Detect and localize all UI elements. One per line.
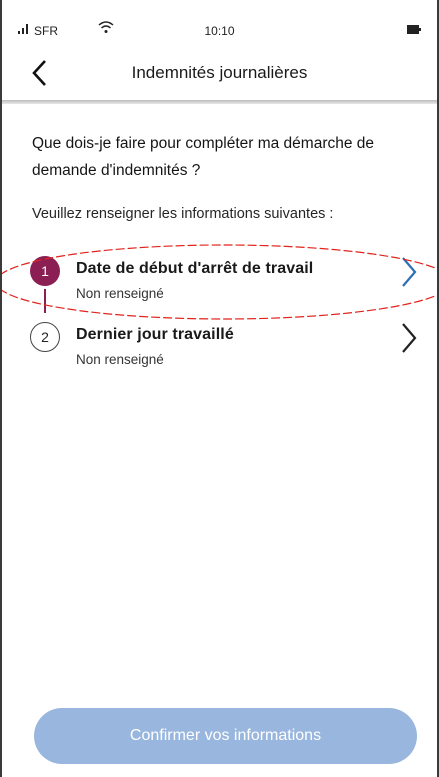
chevron-right-icon xyxy=(402,323,417,353)
step-item-last-work-day[interactable]: 2 Dernier jour travaillé Non renseigné xyxy=(30,320,430,380)
step-number-badge: 2 xyxy=(30,322,60,352)
step-connector-line xyxy=(44,289,46,313)
step-item-start-date[interactable]: 1 Date de début d'arrêt de travail Non r… xyxy=(30,254,430,314)
step-title: Dernier jour travaillé xyxy=(76,326,234,343)
confirm-button[interactable]: Confirmer vos informations xyxy=(34,708,417,764)
instructions-text: Veuillez renseigner les informations sui… xyxy=(32,206,334,222)
phone-screen: SFR 10:10 Indemnités journalières Que do… xyxy=(0,0,439,777)
question-heading: Que dois-je faire pour compléter ma déma… xyxy=(32,135,375,179)
nav-divider xyxy=(2,100,437,104)
chevron-right-icon xyxy=(402,257,417,287)
battery-icon xyxy=(407,25,421,34)
status-time: 10:10 xyxy=(204,24,235,38)
step-number-badge: 1 xyxy=(30,256,60,286)
nav-bar: Indemnités journalières xyxy=(2,50,437,100)
page-title: Indemnités journalières xyxy=(131,63,308,82)
step-status: Non renseigné xyxy=(76,286,164,301)
step-title: Date de début d'arrêt de travail xyxy=(76,260,314,277)
step-status: Non renseigné xyxy=(76,352,164,367)
